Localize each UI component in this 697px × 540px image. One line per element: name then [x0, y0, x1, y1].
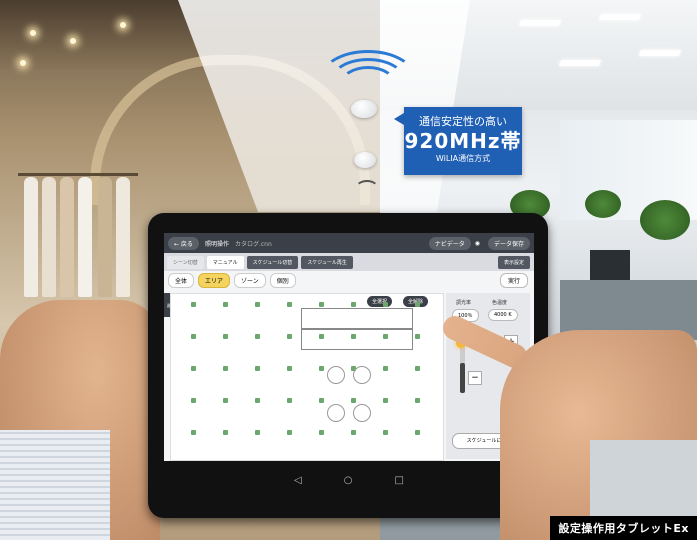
light-fixture[interactable]	[287, 334, 292, 339]
recent-apps-icon[interactable]: □	[394, 475, 403, 486]
scope-tabs: 全体 エリア ゾーン 個別 実行	[164, 271, 534, 289]
light-fixture[interactable]	[255, 334, 260, 339]
ceiling-panel-light	[598, 14, 642, 20]
light-fixture[interactable]	[223, 430, 228, 435]
light-fixture[interactable]	[255, 430, 260, 435]
mode-tabs: シーン切替 マニュアル スケジュール切替 スケジュール再生 表示設定	[164, 253, 534, 271]
subtab-individual[interactable]: 個別	[269, 272, 296, 288]
light-fixture[interactable]	[223, 366, 228, 371]
color-temp-label: 色温度	[492, 300, 508, 306]
light-fixture[interactable]	[383, 398, 388, 403]
light-fixture[interactable]	[351, 302, 356, 307]
light-fixture[interactable]	[255, 366, 260, 371]
office-plant	[640, 200, 690, 240]
ceiling-light	[30, 30, 36, 36]
ceiling-light	[20, 60, 26, 66]
light-fixture[interactable]	[191, 334, 196, 339]
app-title: 照明操作	[204, 240, 229, 248]
light-fixture[interactable]	[223, 398, 228, 403]
round-table	[353, 404, 371, 422]
light-fixture[interactable]	[319, 366, 324, 371]
light-fixture[interactable]	[223, 302, 228, 307]
light-fixture[interactable]	[319, 398, 324, 403]
light-fixture[interactable]	[319, 302, 324, 307]
tab-schedule-switch[interactable]: スケジュール切替	[246, 255, 299, 269]
clothing-rack	[18, 165, 138, 315]
ceiling-light	[120, 22, 126, 28]
product-caption: 設定操作用タブレットEx	[550, 516, 697, 540]
office-monitor	[590, 250, 630, 280]
light-fixture[interactable]	[351, 430, 356, 435]
back-nav-icon[interactable]: ◁	[294, 475, 302, 486]
app-topbar: ← 戻る 照明操作 カタログ.cnn ナビデータ ◉ データ保存	[164, 233, 534, 253]
light-fixture[interactable]	[255, 398, 260, 403]
light-fixture[interactable]	[287, 398, 292, 403]
subtab-area[interactable]: エリア	[198, 272, 231, 288]
light-fixture[interactable]	[383, 366, 388, 371]
room-divider	[301, 328, 413, 330]
light-fixture[interactable]	[191, 430, 196, 435]
light-fixture[interactable]	[415, 398, 420, 403]
dimming-slider[interactable]	[460, 343, 465, 393]
callout-line3: WiLIA通信方式	[435, 154, 491, 163]
wifi-icon: ◉	[474, 239, 480, 247]
light-fixture[interactable]	[319, 334, 324, 339]
light-fixture[interactable]	[191, 366, 196, 371]
dimming-label: 調光率	[456, 300, 472, 306]
light-fixture[interactable]	[287, 302, 292, 307]
light-fixture[interactable]	[383, 302, 388, 307]
callout-frequency: 920MHz帯	[404, 129, 522, 153]
subtab-all[interactable]: 全体	[168, 272, 195, 288]
round-table	[353, 366, 371, 384]
light-fixture[interactable]	[255, 302, 260, 307]
light-fixture[interactable]	[415, 302, 420, 307]
color-temp-value[interactable]: 4000 K	[488, 309, 518, 321]
ceiling-light	[70, 38, 76, 44]
tablet-device: ← 戻る 照明操作 カタログ.cnn ナビデータ ◉ データ保存 シーン切替 マ…	[148, 213, 548, 518]
navi-data-button[interactable]: ナビデータ	[428, 236, 471, 250]
floor-plan-canvas[interactable]: 全選択 全解除	[170, 293, 444, 461]
office-plant	[585, 190, 621, 218]
light-fixture[interactable]	[319, 430, 324, 435]
wifi-signal-icon	[340, 66, 396, 102]
light-fixture[interactable]	[351, 398, 356, 403]
light-fixture[interactable]	[415, 334, 420, 339]
wireless-ceiling-sensor	[354, 152, 376, 168]
save-data-button[interactable]: データ保存	[487, 236, 530, 250]
light-fixture[interactable]	[383, 334, 388, 339]
ceiling-panel-light	[558, 60, 602, 66]
ceiling-panel-light	[638, 50, 682, 56]
light-fixture[interactable]	[415, 366, 420, 371]
display-settings-button[interactable]: 表示設定	[497, 255, 530, 269]
back-button[interactable]: ← 戻る	[168, 236, 199, 250]
left-sleeve	[0, 430, 110, 540]
light-fixture[interactable]	[191, 398, 196, 403]
select-all-button[interactable]: 全選択	[367, 296, 393, 307]
wifi-icon	[355, 180, 379, 198]
execute-button[interactable]: 実行	[499, 272, 528, 288]
light-fixture[interactable]	[287, 430, 292, 435]
light-fixture[interactable]	[223, 334, 228, 339]
callout-line1: 通信安定性の高い	[419, 115, 507, 128]
ceiling-panel-light	[518, 20, 562, 26]
minus-button[interactable]: −	[468, 371, 482, 385]
round-table	[327, 404, 345, 422]
light-fixture[interactable]	[415, 430, 420, 435]
file-name: カタログ.cnn	[234, 240, 272, 248]
tab-schedule-play[interactable]: スケジュール再生	[301, 255, 353, 269]
round-table	[327, 366, 345, 384]
light-fixture[interactable]	[351, 334, 356, 339]
tab-manual[interactable]: マニュアル	[206, 255, 244, 269]
frequency-callout: 通信安定性の高い 920MHz帯 WiLIA通信方式	[394, 107, 522, 175]
android-navbar: ◁ ○ □	[164, 465, 534, 495]
wireless-ceiling-sensor	[351, 100, 377, 118]
light-fixture[interactable]	[191, 302, 196, 307]
tab-scene[interactable]: シーン切替	[167, 255, 204, 269]
home-nav-icon[interactable]: ○	[344, 475, 353, 486]
light-fixture[interactable]	[287, 366, 292, 371]
subtab-zone[interactable]: ゾーン	[234, 272, 266, 288]
light-fixture[interactable]	[383, 430, 388, 435]
